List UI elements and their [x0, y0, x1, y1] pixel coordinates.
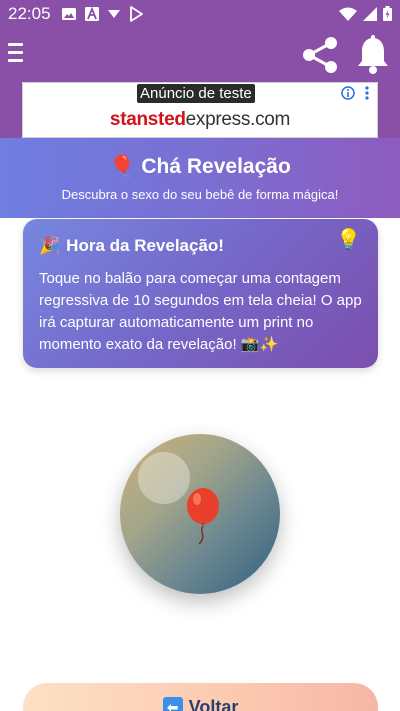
balloon-emoji: 🎈: [109, 155, 136, 178]
bulb-icon: 💡: [336, 229, 361, 251]
status-icons-right: [339, 6, 392, 21]
status-bar: 22:05: [0, 0, 400, 27]
play-store-icon: [129, 5, 143, 22]
page-title-text: Chá Revelação: [141, 155, 291, 178]
page-subtitle: Descubra o sexo do seu bebê de forma mág…: [61, 187, 339, 202]
back-arrow-icon: ⬅: [162, 697, 183, 711]
page-title: 🎈 Chá Revelação: [0, 155, 400, 179]
ad-info-icon[interactable]: [341, 86, 355, 100]
reveal-balloon-button[interactable]: [120, 434, 280, 594]
balloon-icon: [187, 488, 219, 545]
status-icons-left: [61, 5, 143, 22]
status-time: 22:05: [8, 3, 51, 23]
download-icon: [107, 9, 120, 18]
info-card: 🎉 Hora da Revelação! Toque no balão para…: [23, 219, 378, 368]
text-a-icon: [84, 6, 99, 21]
bell-icon[interactable]: [356, 35, 390, 75]
ad-more-icon[interactable]: [365, 86, 369, 100]
back-button[interactable]: ⬅ Voltar: [23, 683, 378, 711]
card-title-text: Hora da Revelação!: [66, 236, 224, 255]
back-button-label: Voltar: [188, 697, 239, 711]
page-header: 🎈 Chá Revelação Descubra o sexo do seu b…: [0, 138, 400, 218]
menu-icon[interactable]: [8, 43, 24, 63]
ad-brand-rest: express.com: [185, 109, 291, 130]
card-title: 🎉 Hora da Revelação!: [39, 236, 362, 256]
wifi-icon: [339, 7, 357, 21]
ad-test-label: Anúncio de teste: [137, 84, 255, 103]
card-text: Toque no balão para começar uma contagem…: [39, 270, 362, 353]
ad-brand: stanstedexpress.com: [23, 109, 377, 131]
photo-icon: [61, 7, 76, 20]
battery-icon: [383, 6, 392, 21]
signal-icon: [363, 6, 377, 21]
ad-brand-red: stansted: [109, 109, 186, 130]
share-icon[interactable]: [300, 35, 340, 75]
party-emoji: 🎉: [39, 236, 61, 255]
app-bar: [0, 27, 400, 82]
